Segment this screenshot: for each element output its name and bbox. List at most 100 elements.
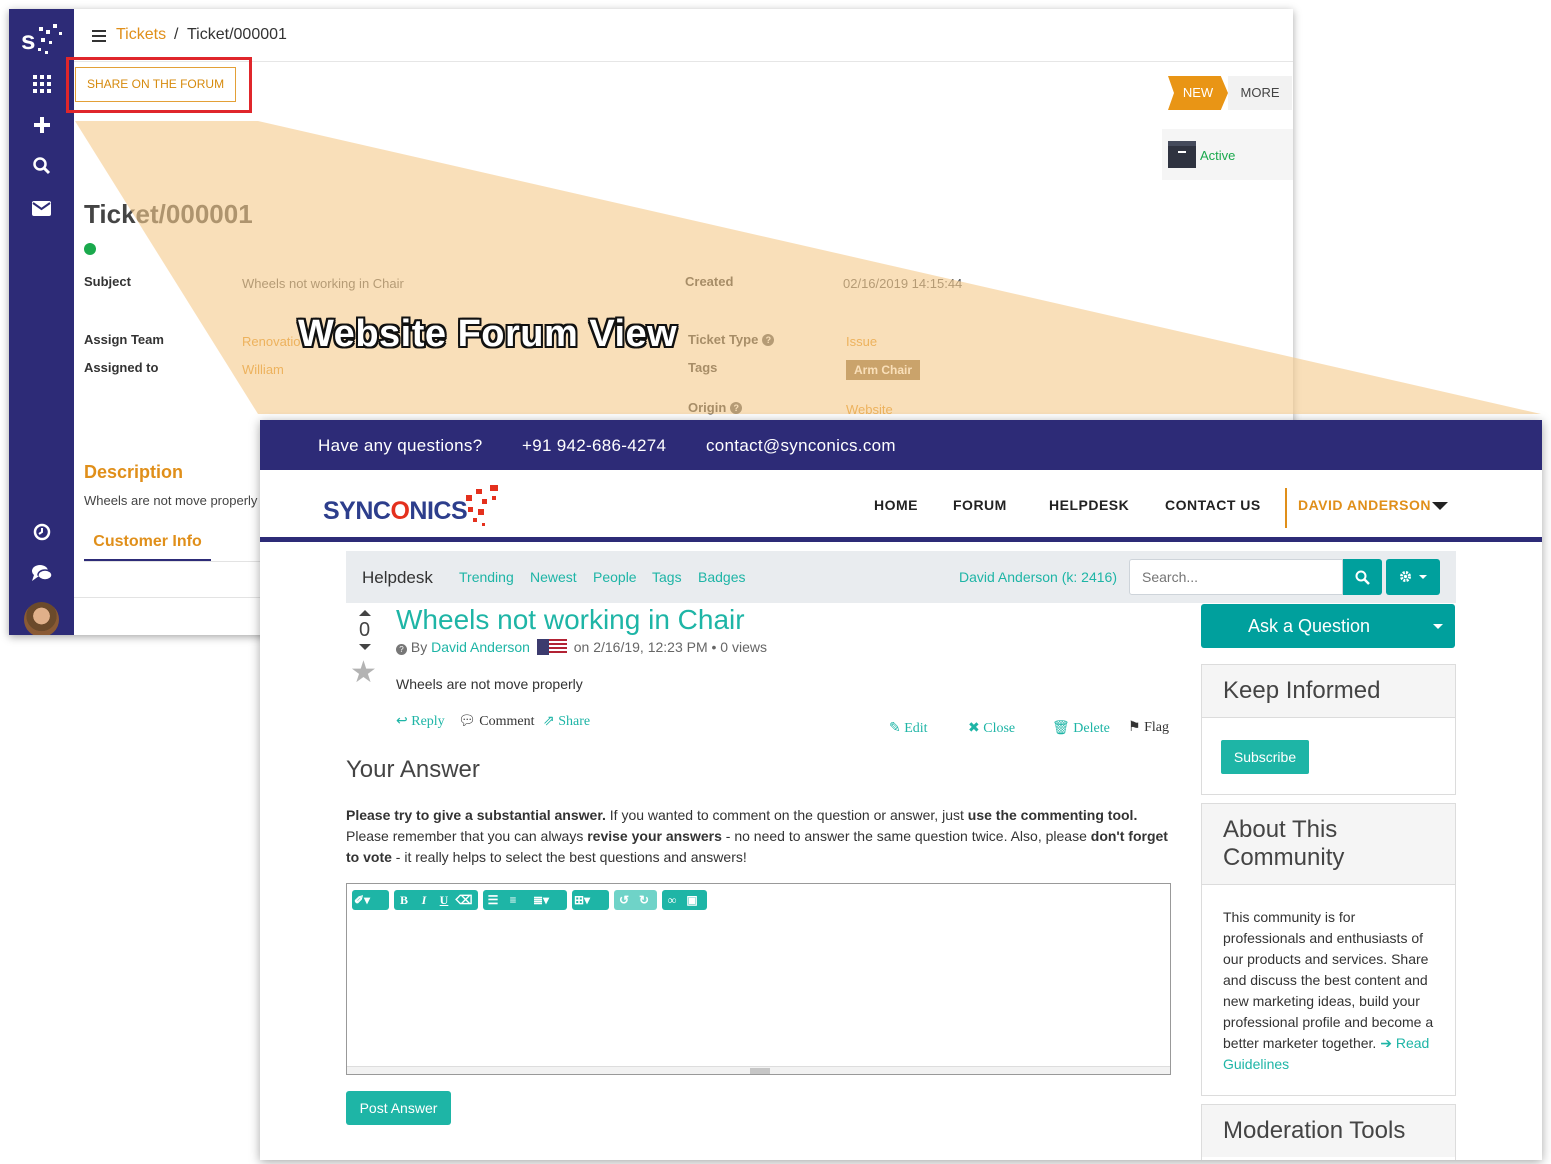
insert-toolbar[interactable]: ∞ ▣ (662, 890, 707, 910)
share-action[interactable]: ⇗ Share (543, 713, 590, 730)
status-more-button[interactable]: MORE (1228, 76, 1292, 110)
help-icon: ? (730, 402, 743, 414)
nav-home[interactable]: HOME (874, 497, 918, 513)
search-icon[interactable] (9, 157, 74, 181)
underline-icon[interactable]: U (434, 890, 454, 910)
origin-label: Origin? (688, 400, 743, 415)
link-icon[interactable]: ∞ (662, 890, 682, 910)
origin-value[interactable]: Website (846, 402, 893, 417)
magic-wand-icon: ✐▾ (353, 893, 371, 907)
table-icon: ⊞▾ (573, 893, 591, 907)
user-avatar[interactable] (24, 602, 59, 635)
menu-toggle-icon[interactable] (92, 30, 106, 42)
overlay-title: Website Forum View (298, 313, 678, 355)
comment-action[interactable]: 💬︎ Comment (458, 713, 535, 730)
history-toolbar[interactable]: ↺ ↻ (614, 890, 657, 910)
font-format-toolbar[interactable]: B I U ⌫ (394, 890, 478, 910)
forum-settings-button[interactable] (1386, 559, 1440, 595)
forum-link-people[interactable]: People (593, 569, 637, 585)
vote-up-icon[interactable] (359, 610, 371, 616)
question-author-link[interactable]: David Anderson (431, 639, 530, 655)
reply-action[interactable]: ↩ Reply (396, 713, 445, 730)
image-icon[interactable]: ▣ (682, 890, 702, 910)
tab-customer-info[interactable]: Customer Info (84, 533, 211, 561)
eraser-icon[interactable]: ⌫ (454, 890, 474, 910)
forum-link-trending[interactable]: Trending (459, 569, 514, 585)
chat-icon[interactable] (9, 564, 74, 588)
mail-icon[interactable] (9, 198, 74, 222)
forum-search-button[interactable] (1343, 559, 1382, 595)
align-icon[interactable]: ≣▾ (523, 890, 559, 910)
ask-dropdown-caret-icon[interactable] (1433, 624, 1443, 629)
editor-resize-handle[interactable] (347, 1066, 1170, 1074)
clock-icon[interactable] (9, 523, 74, 547)
undo-icon[interactable]: ↺ (614, 890, 634, 910)
assigned-to-value[interactable]: William (242, 362, 284, 377)
priority-dot[interactable] (84, 243, 96, 255)
plus-icon[interactable] (9, 115, 74, 139)
assign-team-value[interactable]: Renovatio (242, 334, 301, 349)
ask-question-button[interactable]: Ask a Question (1201, 604, 1455, 648)
question-title[interactable]: Wheels not working in Chair (396, 604, 745, 636)
tag-badge[interactable]: Arm Chair (846, 360, 921, 380)
assign-team-label: Assign Team (84, 332, 164, 347)
svg-text:s: s (21, 25, 35, 55)
ticket-type-value[interactable]: Issue (846, 334, 877, 349)
edit-action[interactable]: ✎ Edit (889, 720, 928, 737)
website-forum-window: Have any questions? +91 942-686-4274 con… (260, 420, 1542, 1160)
subject-label: Subject (84, 274, 131, 289)
nav-helpdesk[interactable]: HELPDESK (1049, 497, 1129, 513)
flag-action[interactable]: ⚑ Flag (1128, 719, 1169, 736)
status-new-stage[interactable]: NEW (1168, 76, 1228, 110)
style-tool-button[interactable]: ✐▾ (352, 890, 389, 910)
description-text[interactable]: Wheels are not move properly (84, 493, 257, 508)
about-community-text: This community is for professionals and … (1223, 909, 1434, 1072)
ordered-list-icon[interactable]: ≡ (503, 890, 523, 910)
moderation-tools-card: Moderation Tools (1201, 1104, 1456, 1160)
forum-link-newest[interactable]: Newest (530, 569, 577, 585)
italic-icon[interactable]: I (414, 890, 434, 910)
contact-strip: Have any questions? +91 942-686-4274 con… (260, 420, 1542, 470)
forum-link-badges[interactable]: Badges (698, 569, 745, 585)
site-navbar: SYNCONICS HOME FORUM HELPDESK CONTACT US… (260, 470, 1542, 542)
subscribe-button[interactable]: Subscribe (1221, 740, 1309, 774)
forum-subnav: Helpdesk Trending Newest People Tags Bad… (346, 551, 1456, 603)
delete-action[interactable]: 🗑︎ Delete (1052, 720, 1110, 737)
bullet-list-icon[interactable]: ☰ (483, 890, 503, 910)
forum-search-input[interactable] (1129, 559, 1343, 595)
app-logo-icon[interactable]: s (19, 21, 65, 57)
breadcrumb-tickets-link[interactable]: Tickets (116, 26, 166, 44)
site-logo[interactable]: SYNCONICS (323, 497, 468, 526)
forum-user-karma[interactable]: David Anderson (k: 2416) (959, 569, 1117, 585)
dropdown-caret-icon (1418, 575, 1427, 579)
contact-phone[interactable]: +91 942-686-4274 (522, 436, 666, 456)
us-flag-icon (536, 639, 567, 655)
active-toggle-button[interactable]: Active (1162, 129, 1293, 180)
post-answer-button[interactable]: Post Answer (346, 1091, 451, 1125)
answer-instructions: Please try to give a substantial answer.… (346, 807, 1168, 865)
tags-label: Tags (688, 360, 718, 375)
subject-value[interactable]: Wheels not working in Chair (242, 276, 404, 291)
bold-icon[interactable]: B (394, 890, 414, 910)
vote-down-icon[interactable] (359, 644, 371, 650)
paragraph-toolbar[interactable]: ☰ ≡ ≣▾ (483, 890, 567, 910)
contact-email[interactable]: contact@synconics.com (706, 436, 896, 456)
app-sidebar: s (9, 9, 74, 635)
ticket-type-label: Ticket Type? (688, 332, 775, 347)
redo-icon[interactable]: ↻ (634, 890, 654, 910)
forum-link-tags[interactable]: Tags (652, 569, 682, 585)
close-action[interactable]: ✖ Close (968, 720, 1015, 737)
breadcrumb-current: Ticket/000001 (187, 26, 287, 43)
apps-grid-icon[interactable] (9, 75, 74, 99)
ticket-title: Ticket/000001 (84, 199, 253, 229)
nav-forum[interactable]: FORUM (953, 497, 1007, 513)
answer-editor[interactable]: ✐▾ B I U ⌫ ☰ ≡ ≣▾ ⊞▾ ↺ ↻ ∞ ▣ (346, 883, 1171, 1075)
gear-icon (1400, 571, 1412, 582)
nav-user-menu[interactable]: DAVID ANDERSON (1298, 497, 1431, 513)
table-tool-button[interactable]: ⊞▾ (572, 890, 609, 910)
forum-brand[interactable]: Helpdesk (362, 568, 433, 588)
user-menu-caret-icon[interactable] (1432, 502, 1448, 510)
nav-contact[interactable]: CONTACT US (1165, 497, 1261, 513)
comment-icon: 💬︎ (458, 714, 480, 729)
favorite-star-icon[interactable]: ★ (350, 658, 377, 688)
